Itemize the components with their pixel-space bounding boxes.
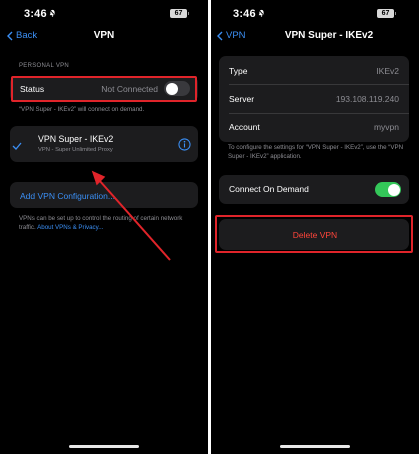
vpn-info-group: Type IKEv2 Server 193.108.119.240 Accoun… [219, 56, 409, 142]
delete-highlight [215, 215, 413, 253]
vpn-detail-screen: 3:46 67 VPN VPN Super - IKEv2 Type IKEv2… [211, 0, 419, 454]
on-demand-note: “VPN Super - IKEv2” will connect on dema… [19, 106, 145, 113]
home-indicator [280, 445, 350, 448]
server-label: Server [229, 94, 255, 104]
server-value: 193.108.119.240 [335, 94, 399, 104]
add-vpn-configuration-button[interactable]: Add VPN Configuration... [20, 191, 115, 201]
type-label: Type [229, 66, 248, 76]
footer-note: VPNs can be set up to control the routin… [19, 214, 197, 232]
status-time: 3:46 [233, 8, 256, 20]
type-value: IKEv2 [376, 66, 399, 76]
home-indicator [69, 445, 139, 448]
vpn-item[interactable] [10, 126, 198, 162]
back-label: VPN [226, 30, 246, 41]
battery-icon: 67 [170, 9, 189, 18]
section-label: PERSONAL VPN [19, 63, 70, 69]
vpn-item-name: VPN Super - IKEv2 [38, 134, 114, 144]
status-time: 3:46 [24, 8, 47, 20]
info-circle-icon[interactable] [178, 138, 191, 151]
bell-slash-icon [258, 9, 265, 17]
about-vpns-link[interactable]: About VPNs & Privacy... [37, 224, 103, 231]
connect-on-demand-label: Connect On Demand [229, 184, 309, 194]
battery-icon: 67 [377, 9, 396, 18]
account-value: myvpn [373, 122, 399, 132]
connect-on-demand-group: Connect On Demand [219, 175, 409, 204]
page-title: VPN Super - IKEv2 [284, 30, 374, 41]
status-highlight [11, 76, 197, 102]
vpn-item-subtitle: VPN - Super Unlimited Proxy [38, 147, 113, 153]
bell-slash-icon [49, 9, 56, 17]
checkmark-icon [12, 142, 22, 150]
page-title: VPN [93, 30, 115, 41]
config-note: To configure the settings for “VPN Super… [228, 144, 404, 160]
connect-on-demand-toggle[interactable] [375, 182, 401, 197]
back-button[interactable]: VPN [217, 30, 246, 41]
chevron-left-icon [217, 31, 223, 40]
vpn-settings-screen: 3:46 67 Back VPN PERSONAL VPN Status Not… [0, 0, 208, 454]
account-label: Account [229, 122, 260, 132]
